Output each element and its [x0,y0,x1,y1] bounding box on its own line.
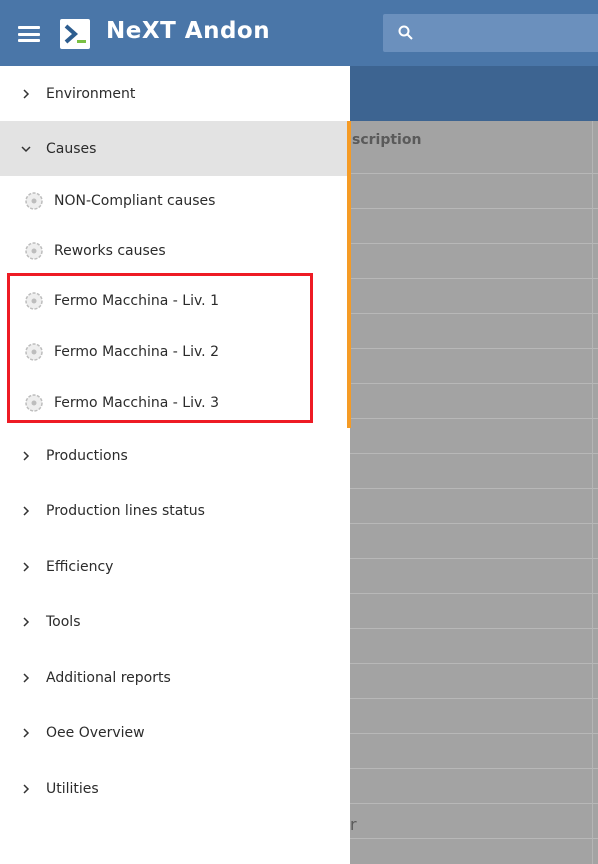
table-row-divider [350,523,598,524]
sidebar-active-accent [347,121,351,428]
table-row-divider [350,418,598,419]
table-row-divider [350,488,598,489]
sidebar-item-environment[interactable]: Environment [0,66,347,121]
sidebar-item-label: Tools [46,614,81,630]
table-row-divider [350,663,598,664]
content-table [350,121,598,864]
app-logo [60,19,90,49]
sidebar-subitem-non-compliant-causes[interactable]: NON-Compliant causes [0,176,347,226]
table-row-divider [350,558,598,559]
sidebar-item-label: Environment [46,85,136,102]
table-row-divider [350,278,598,279]
chevron-right-icon [23,506,30,516]
sidebar-item-productions[interactable]: Productions [0,428,347,483]
chevron-down-icon [21,145,31,152]
table-row-divider [350,838,598,839]
table-row-divider [350,348,598,349]
search-input[interactable] [383,14,598,52]
sidebar-item-production-lines-status[interactable]: Production lines status [0,483,347,539]
content-header-bar [350,66,598,121]
table-row-divider [350,243,598,244]
gear-icon [25,192,43,210]
table-row-divider [350,173,598,174]
sidebar-item-label: Reworks causes [54,243,166,259]
sidebar-item-label: Oee Overview [46,725,145,741]
chevron-right-icon [23,672,30,683]
chevron-right-icon [23,88,30,99]
table-row-divider [350,313,598,314]
table-column-border [592,121,593,864]
chevron-right-icon [23,728,30,738]
search-icon [398,25,413,40]
table-row-divider [350,208,598,209]
table-row-divider [350,768,598,769]
sidebar-item-label: Productions [46,447,128,464]
chevron-right-icon [23,450,30,461]
sidebar-item-causes[interactable]: Causes [0,121,347,176]
table-row-divider [350,453,598,454]
sidebar-item-efficiency[interactable]: Efficiency [0,539,347,594]
sidebar-item-label: Additional reports [46,669,171,686]
sidebar-item-label: Efficiency [46,558,114,575]
sidebar-item-tools[interactable]: Tools [0,594,347,650]
gear-icon [25,242,43,260]
table-row-divider [350,383,598,384]
table-row-divider [350,593,598,594]
app-title: NeXT Andon [106,18,271,44]
hamburger-menu-icon[interactable] [18,26,40,42]
table-row-divider [350,628,598,629]
chevron-right-icon [23,561,30,572]
table-row-divider [350,803,598,804]
top-bar: NeXT Andon [0,0,598,66]
table-row-divider [350,698,598,699]
sidebar-item-label: Utilities [46,780,99,797]
sidebar-item-additional-reports[interactable]: Additional reports [0,650,347,705]
sidebar-item-utilities[interactable]: Utilities [0,761,347,816]
sidebar-item-label: NON-Compliant causes [54,193,216,209]
sidebar-subitem-reworks-causes[interactable]: Reworks causes [0,226,347,276]
table-cell-text: r [350,815,357,834]
sidebar-item-label: Production lines status [46,503,205,519]
column-header-description: scription [352,132,422,148]
sidebar-item-label: Causes [46,140,97,157]
sidebar-item-oee-overview[interactable]: Oee Overview [0,705,347,761]
chevron-right-icon [23,783,30,794]
highlight-box [7,273,313,423]
chevron-right-icon [23,617,30,627]
table-row-divider [350,733,598,734]
